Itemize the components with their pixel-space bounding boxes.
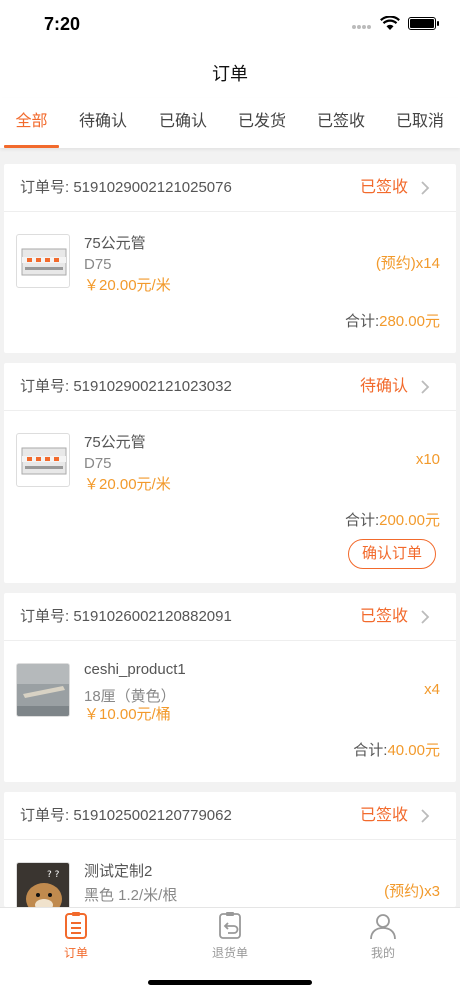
chevron-right-icon [421,610,430,624]
status-bar: 7:20 [0,0,460,50]
dog-photo: ? ? [16,862,70,907]
order-number: 订单号: 5191029002121025076 [20,179,232,196]
total-label: 合计: [344,512,380,529]
product-spec: 黑色 1.2/米/根 [84,887,178,904]
tab-pending[interactable]: 待确认 [72,98,134,148]
tabbar-orders[interactable]: 订单 [36,912,116,961]
signal-icon [352,24,371,29]
order-list-icon [65,912,87,939]
order-header[interactable]: 订单号: 5191025002120779062 已签收 [4,792,456,840]
product-name: 75公元管 [84,235,146,252]
order-total: 合计:40.00元 [353,739,440,760]
order-item[interactable]: 75公元管 D75 ￥20.00元/米 x10 [4,411,456,501]
total-label: 合计: [353,742,388,759]
product-quantity: (预约)x14 [375,255,440,272]
order-header[interactable]: 订单号: 5191026002120882091 已签收 [4,593,456,641]
tab-all[interactable]: 全部 [4,98,59,148]
wifi-icon [380,16,400,30]
product-spec: D75 [84,256,112,273]
order-status-tabs: 全部 待确认 已确认 已发货 已签收 已取消 [0,98,460,148]
order-card[interactable]: 订单号: 5191029002121023032 待确认 75公元管 D75 ￥… [4,363,456,583]
tile-photo [16,663,70,717]
product-name: 测试定制2 [84,863,153,880]
tabbar-profile[interactable]: 我的 [343,912,423,961]
nav-bar: 订单 [0,50,460,98]
order-number: 订单号: 5191026002120882091 [20,608,232,625]
breaker-icon [16,433,70,487]
total-amount: 280.00元 [379,313,440,330]
order-header[interactable]: 订单号: 5191029002121025076 已签收 [4,164,456,212]
chevron-right-icon [421,181,430,195]
product-price: ￥20.00元/米 [84,476,171,493]
product-name: ceshi_product1 [84,661,186,678]
svg-text:? ?: ? ? [47,870,60,880]
order-card[interactable]: 订单号: 5191025002120779062 已签收 ? ? 测试定制2 黑… [4,792,456,907]
product-name: 75公元管 [84,434,146,451]
order-number: 订单号: 5191029002121023032 [20,378,232,395]
order-total: 合计:200.00元 [345,509,440,530]
order-status: 已签收 [359,608,408,625]
tabbar-label: 退货单 [211,946,248,960]
status-time: 7:20 [44,14,81,34]
status-icons [352,16,439,31]
order-card[interactable]: 订单号: 5191026002120882091 已签收 ceshi_produ… [4,593,456,782]
confirm-order-button[interactable]: 确认订单 [348,539,436,569]
order-item[interactable]: ? ? 测试定制2 黑色 1.2/米/根 (预约)x3 [4,840,456,907]
order-item[interactable]: ceshi_product1 18厘（黄色） ￥10.00元/桶 x4 [4,641,456,731]
order-status: 已签收 [359,807,408,824]
chevron-right-icon [421,380,430,394]
order-number: 订单号: 5191025002120779062 [20,807,232,824]
tabbar-label: 我的 [370,946,395,960]
order-header[interactable]: 订单号: 5191029002121023032 待确认 [4,363,456,411]
tab-cancelled[interactable]: 已取消 [389,98,451,148]
order-status: 已签收 [359,179,408,196]
tab-shipped[interactable]: 已发货 [231,98,293,148]
page-title: 订单 [212,64,248,84]
home-indicator [148,980,312,985]
tabbar-label: 订单 [63,946,88,960]
product-quantity: (预约)x3 [384,883,440,900]
battery-icon [408,17,439,30]
active-tab-indicator [4,145,59,148]
product-price: ￥10.00元/桶 [84,706,171,723]
product-quantity: x4 [424,681,440,698]
total-amount: 200.00元 [379,512,440,529]
return-icon [219,912,241,939]
order-card[interactable]: 订单号: 5191029002121025076 已签收 75公元管 D75 ￥… [4,164,456,353]
breaker-icon [16,234,70,288]
tab-confirmed[interactable]: 已确认 [152,98,214,148]
tab-received[interactable]: 已签收 [310,98,372,148]
order-total: 合计:280.00元 [345,310,440,331]
tabbar-returns[interactable]: 退货单 [190,912,270,961]
product-spec: D75 [84,455,112,472]
product-quantity: x10 [415,451,440,468]
chevron-right-icon [421,809,430,823]
order-item[interactable]: 75公元管 D75 ￥20.00元/米 (预约)x14 [4,212,456,302]
order-status: 待确认 [359,378,408,395]
total-amount: 40.00元 [387,742,440,759]
user-icon [370,914,396,940]
product-price: ￥20.00元/米 [84,277,171,294]
total-label: 合计: [344,313,380,330]
